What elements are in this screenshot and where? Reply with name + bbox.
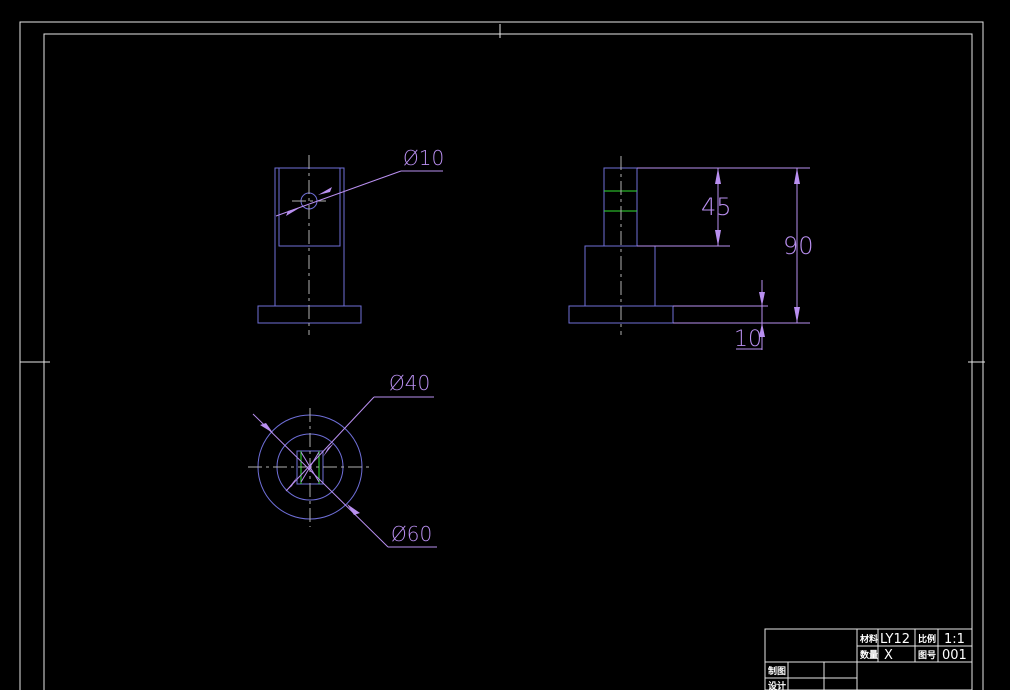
outer-border (19, 21, 984, 690)
top-outer-diameter-label: Ø60 (391, 522, 432, 546)
cad-drawing-canvas[interactable]: Ø10 45 90 10 Ø40 Ø60 材料 LY12 比例 1:1 数量 X… (0, 0, 1010, 690)
drawing-no-value: 001 (942, 648, 967, 663)
side-lower-block (584, 245, 656, 307)
height-total-label: 90 (783, 232, 814, 260)
front-hole-arrow-b (318, 187, 332, 195)
scale-value: 1:1 (944, 632, 965, 647)
top-inner-diameter-label: Ø40 (389, 371, 430, 395)
designed-by-label: 设计 (768, 680, 786, 690)
title-block[interactable]: 材料 LY12 比例 1:1 数量 X 图号 001 制图 设计 (764, 628, 973, 690)
dim-10-arrow-top (759, 292, 765, 306)
dim-45-arrow-bottom (715, 230, 721, 246)
scale-label: 比例 (918, 633, 936, 645)
quantity-label: 数量 (860, 649, 878, 661)
front-hole-arrow-a (286, 207, 301, 216)
height-upper-label: 45 (701, 193, 732, 221)
top-outer-arrow-a (260, 423, 273, 433)
material-value: LY12 (880, 632, 910, 647)
drawing-frame (19, 21, 985, 690)
top-outer-leader (252, 413, 389, 548)
dim-45-arrow-top (715, 168, 721, 184)
quantity-value: X (884, 648, 893, 663)
inner-border (43, 33, 973, 690)
drawing-no-label: 图号 (918, 650, 936, 661)
front-hole-diameter-label: Ø10 (403, 146, 444, 170)
drawn-by-label: 制图 (768, 665, 786, 677)
top-view[interactable]: Ø40 Ø60 (248, 371, 437, 548)
dim-90-arrow-top (794, 168, 800, 184)
dim-90-arrow-bottom (794, 307, 800, 323)
material-label: 材料 (859, 633, 878, 645)
top-outer-arrow-b (347, 504, 360, 515)
side-view[interactable]: 45 90 10 (568, 156, 814, 352)
front-view[interactable]: Ø10 (257, 146, 444, 335)
base-thickness-label: 10 (734, 327, 762, 352)
